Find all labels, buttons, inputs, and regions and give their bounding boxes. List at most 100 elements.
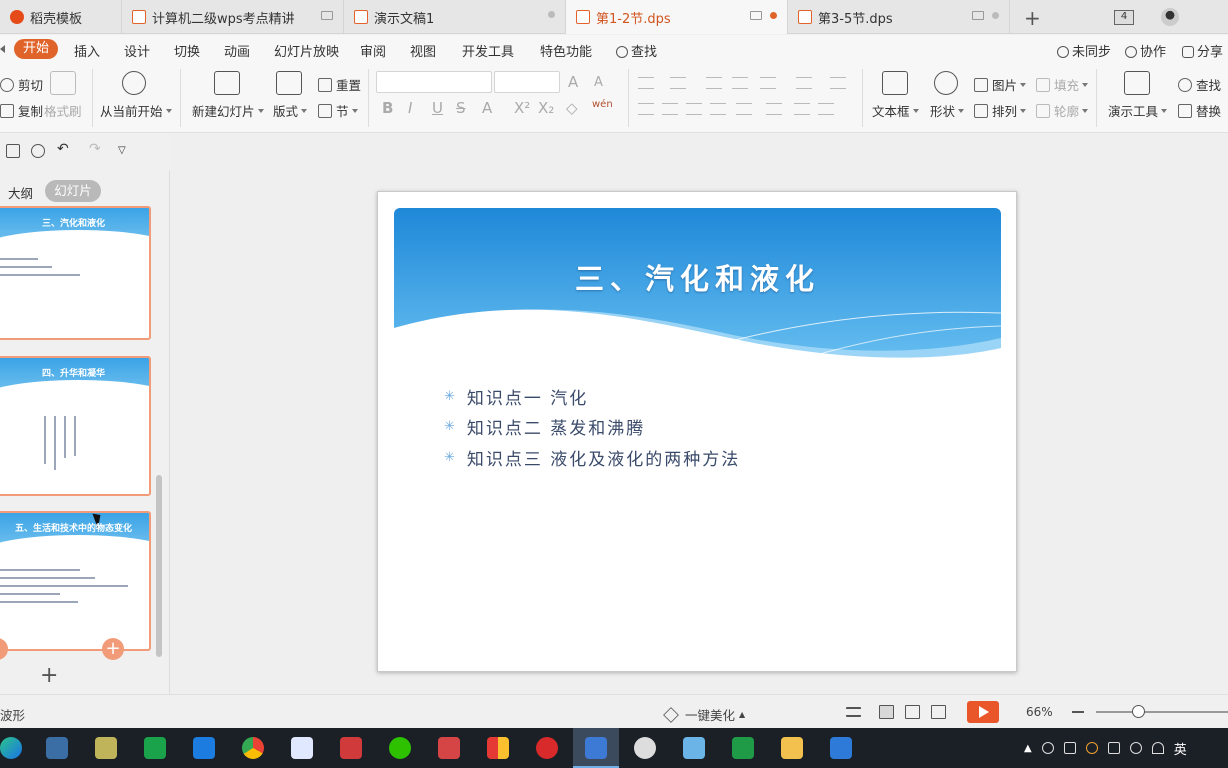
layout-button[interactable]: 版式 — [273, 101, 307, 120]
menu-developer[interactable]: 开发工具 — [462, 41, 514, 60]
new-slide-button[interactable]: 新建幻灯片 — [192, 101, 264, 120]
slide-thumbnail-2[interactable]: 四、升华和凝华 — [0, 356, 151, 496]
search-tray-icon[interactable] — [1085, 742, 1098, 754]
textbox-button[interactable]: 文本框 — [872, 101, 919, 120]
slide-thumbnail-1[interactable]: 三、汽化和液化 — [0, 206, 151, 340]
slide-bullet-1[interactable]: ✳ 知识点一 汽化 — [444, 384, 588, 409]
columns-icon[interactable] — [760, 77, 776, 89]
font-color-icon[interactable]: A — [482, 99, 492, 117]
spreadsheet-app-icon[interactable] — [144, 737, 166, 759]
notes-app-icon[interactable] — [95, 737, 117, 759]
customize-chevron-icon[interactable]: ▽ — [118, 145, 132, 159]
align-right-icon[interactable] — [686, 103, 702, 115]
slide-sorter-icon[interactable] — [905, 705, 920, 719]
para-spacing-icon[interactable] — [794, 103, 810, 115]
menu-special[interactable]: 特色功能 — [540, 41, 592, 60]
menu-transition[interactable]: 切换 — [174, 41, 200, 60]
undo-icon[interactable]: ↶ — [57, 141, 71, 157]
menu-review[interactable]: 审阅 — [360, 41, 386, 60]
cut-button[interactable]: 剪切 — [0, 75, 43, 94]
menu-insert[interactable]: 插入 — [74, 41, 100, 60]
zoom-out-icon[interactable] — [1072, 711, 1084, 713]
slide-thumbnail-3[interactable]: 五、生活和技术中的物态变化 — [0, 511, 151, 651]
numbered-list-icon[interactable] — [670, 77, 686, 89]
ime-language-indicator[interactable]: 英 — [1174, 739, 1187, 758]
chevron-left-icon[interactable] — [0, 45, 5, 53]
present-tools-button[interactable]: 演示工具 — [1108, 101, 1167, 120]
menu-start[interactable]: 开始 — [14, 39, 58, 59]
one-click-beautify-button[interactable]: 一键美化 ▲ — [663, 705, 745, 724]
menu-view[interactable]: 视图 — [410, 41, 436, 60]
text-direction-icon[interactable] — [796, 77, 812, 89]
avatar[interactable] — [1161, 8, 1179, 26]
menu-search[interactable]: 查找 — [616, 41, 657, 60]
subscript-icon[interactable]: X₂ — [538, 99, 554, 117]
monitor-icon[interactable] — [972, 11, 984, 20]
redo-icon[interactable]: ↷ — [89, 141, 103, 157]
monitor-icon[interactable] — [321, 11, 333, 20]
align-text-icon[interactable] — [830, 77, 846, 89]
play-slideshow-button[interactable] — [967, 701, 999, 723]
eraser-icon[interactable]: ◇ — [566, 99, 578, 117]
slide-bullet-3[interactable]: ✳ 知识点三 液化及液化的两种方法 — [444, 445, 740, 470]
arrange-button[interactable]: 排列 — [974, 101, 1026, 120]
baidu-netdisk-icon[interactable] — [291, 737, 313, 759]
fill-button[interactable]: 填充 — [1036, 75, 1088, 94]
slide-title[interactable]: 三、汽化和液化 — [394, 256, 1001, 298]
menu-slideshow[interactable]: 幻灯片放映 — [274, 41, 339, 60]
italic-icon[interactable]: I — [408, 99, 412, 117]
reading-view-icon[interactable] — [931, 705, 946, 719]
paragraph-icon[interactable] — [818, 103, 834, 115]
panel-scrollbar[interactable] — [156, 475, 162, 657]
normal-view-icon[interactable] — [879, 705, 894, 719]
outdent-icon[interactable] — [706, 77, 722, 89]
unsaved-dot-icon[interactable] — [770, 12, 777, 19]
shield-icon[interactable] — [1063, 742, 1076, 754]
notes-icon[interactable] — [846, 707, 861, 717]
decrease-font-icon[interactable]: A — [594, 75, 603, 90]
section-button[interactable]: 节 — [318, 101, 358, 120]
align-left-icon[interactable] — [638, 103, 654, 115]
photos-app-icon[interactable] — [830, 737, 852, 759]
office-app-icon[interactable] — [487, 737, 509, 759]
wechat-icon[interactable] — [389, 737, 411, 759]
tab-section-1-2[interactable]: 第1-2节.dps — [566, 0, 788, 34]
tab-slides[interactable]: 幻灯片 — [45, 180, 101, 202]
replace-button[interactable]: 替换 — [1178, 101, 1221, 120]
shape-button[interactable]: 形状 — [930, 101, 964, 120]
message-app-icon[interactable] — [732, 737, 754, 759]
close-dot-icon[interactable] — [548, 11, 555, 18]
indent-icon[interactable] — [732, 77, 748, 89]
collaborate-button[interactable]: 协作 — [1125, 41, 1166, 60]
chevron-up-icon[interactable]: ▲ — [1024, 743, 1032, 754]
from-current-button[interactable]: 从当前开始 — [100, 101, 172, 120]
zoom-level[interactable]: 66% — [1026, 705, 1053, 719]
zoom-slider-handle[interactable] — [1132, 705, 1145, 718]
line-spacing-icon[interactable] — [766, 103, 782, 115]
search-app-icon[interactable] — [46, 737, 68, 759]
align-center-icon[interactable] — [662, 103, 678, 115]
close-dot-icon[interactable] — [992, 12, 999, 19]
chat-app-icon[interactable] — [634, 737, 656, 759]
share-button[interactable]: 分享 — [1182, 41, 1223, 60]
wps-app-icon[interactable] — [585, 737, 607, 759]
current-slide[interactable]: 三、汽化和液化 ✳ 知识点一 汽化 ✳ 知识点二 蒸发和沸腾 ✳ 知识点三 液化及液化… — [377, 191, 1017, 672]
menu-animation[interactable]: 动画 — [224, 41, 250, 60]
tab-outline[interactable]: 大纲 — [8, 183, 33, 202]
new-tab-plus-icon[interactable]: + — [1024, 6, 1041, 30]
justify-icon[interactable] — [710, 103, 726, 115]
bullet-list-icon[interactable] — [638, 77, 654, 89]
folder-icon[interactable] — [781, 737, 803, 759]
reset-button[interactable]: 重置 — [318, 75, 361, 94]
bold-icon[interactable]: B — [382, 99, 393, 117]
xmind-icon[interactable] — [340, 737, 362, 759]
find-button[interactable]: 查找 — [1178, 75, 1221, 94]
menu-design[interactable]: 设计 — [124, 41, 150, 60]
battery-icon[interactable] — [1107, 742, 1120, 754]
picture-button[interactable]: 图片 — [974, 75, 1026, 94]
sync-status[interactable]: 未同步 — [1057, 41, 1111, 60]
zoom-slider[interactable] — [1096, 711, 1228, 713]
format-painter-button[interactable]: 格式刷 — [44, 101, 82, 120]
print-preview-icon[interactable] — [31, 144, 45, 158]
tab-section-3-5[interactable]: 第3-5节.dps — [788, 0, 1010, 34]
